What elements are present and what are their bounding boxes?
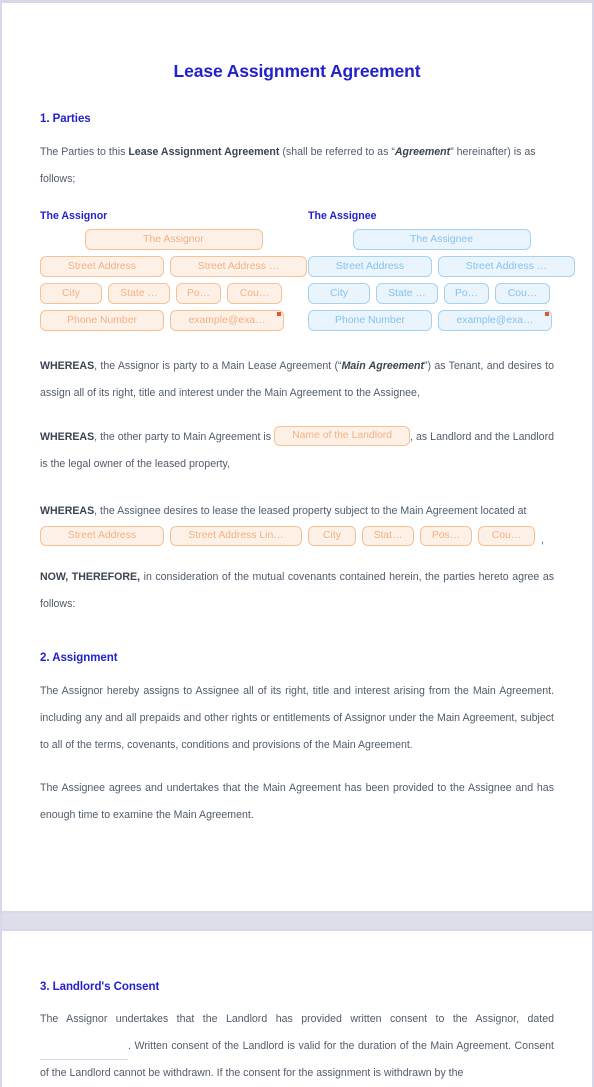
whereas-3-lead: WHEREAS xyxy=(40,505,95,517)
assignee-column-label: The Assignee xyxy=(308,210,377,222)
required-marker-icon xyxy=(545,312,549,316)
intro-emphasis-term: Agreement xyxy=(394,146,451,158)
property-state-field[interactable]: Stat… xyxy=(362,526,414,546)
assignor-email-placeholder: example@exa… xyxy=(188,315,266,326)
now-therefore-lead: NOW, THEREFORE, xyxy=(40,571,141,583)
whereas-paragraph-2: WHEREAS, the other party to Main Agreeme… xyxy=(40,407,554,478)
parties-columns: The Assignor The Assignor Street Address… xyxy=(40,193,575,337)
assignee-street-address-2-field[interactable]: Street Address … xyxy=(438,256,575,277)
assignee-column: The Assignee The Assignee Street Address… xyxy=(308,210,575,337)
assignor-column-label: The Assignor xyxy=(40,210,108,222)
assignor-column: The Assignor The Assignor Street Address… xyxy=(40,210,307,337)
assignor-street-address-field[interactable]: Street Address xyxy=(40,256,164,277)
whereas-paragraph-1: WHEREAS, the Assignor is party to a Main… xyxy=(40,337,554,407)
whereas-2-text-a: , the other party to Main Agreement is xyxy=(94,431,275,443)
assignor-locality-row: City State … Po… Cou… xyxy=(40,283,307,304)
assignment-paragraph-1: The Assignor hereby assigns to Assignee … xyxy=(40,685,554,751)
assignor-postal-code-field[interactable]: Po… xyxy=(176,283,221,304)
property-address-trailing-comma: , xyxy=(541,534,544,546)
whereas-1-emphasis-term: Main Agreement xyxy=(341,360,424,372)
assignor-contact-row: Phone Number example@exa… xyxy=(40,310,307,331)
assignee-phone-field[interactable]: Phone Number xyxy=(308,310,432,331)
intro-text-mid: (shall be referred to as “ xyxy=(279,146,395,158)
page-one-content: Lease Assignment Agreement 1. Parties Th… xyxy=(2,3,592,829)
intro-text-pre: The Parties to this xyxy=(40,146,129,158)
now-therefore-paragraph: NOW, THEREFORE, in consideration of the … xyxy=(40,546,554,618)
required-marker-icon xyxy=(277,312,281,316)
whereas-1-text-a: , the Assignor is party to a Main Lease … xyxy=(94,360,342,372)
landlord-name-field[interactable]: Name of the Landlord xyxy=(274,426,411,447)
assignor-street-address-2-field[interactable]: Street Address … xyxy=(170,256,307,277)
property-postal-code-field[interactable]: Pos… xyxy=(420,526,472,546)
whereas-1-lead: WHEREAS xyxy=(40,360,95,372)
whereas-3-text: WHEREAS, the Assignee desires to lease t… xyxy=(40,498,554,525)
document-title: Lease Assignment Agreement xyxy=(173,61,421,81)
property-street-address-2-field[interactable]: Street Address Lin… xyxy=(170,526,302,546)
property-country-field[interactable]: Cou… xyxy=(478,526,535,546)
assignor-state-field[interactable]: State … xyxy=(108,283,170,304)
whereas-3-text-a: , the Assignee desires to lease the leas… xyxy=(94,505,527,517)
assignor-name-row: The Assignor xyxy=(40,229,307,250)
assignee-locality-row: City State … Po… Cou… xyxy=(308,283,575,304)
assignment-paragraph-2: The Assignee agrees and undertakes that … xyxy=(40,782,554,821)
assignee-name-row: The Assignee xyxy=(308,229,575,250)
assignee-email-field[interactable]: example@exa… xyxy=(438,310,552,331)
page-break-separator xyxy=(2,911,592,931)
assignee-postal-code-field[interactable]: Po… xyxy=(444,283,489,304)
consent-date-blank-field[interactable] xyxy=(40,1048,128,1060)
assignee-contact-row: Phone Number example@exa… xyxy=(308,310,575,331)
section-heading-parties: 1. Parties xyxy=(40,113,91,125)
assignor-city-field[interactable]: City xyxy=(40,283,102,304)
intro-bold-term: Lease Assignment Agreement xyxy=(128,146,280,158)
assignee-street-address-field[interactable]: Street Address xyxy=(308,256,432,277)
assignor-email-field[interactable]: example@exa… xyxy=(170,310,284,331)
assignee-email-placeholder: example@exa… xyxy=(456,315,534,326)
assignor-address-row: Street Address Street Address … xyxy=(40,256,307,277)
landlords-consent-text-a: The Assignor undertakes that the Landlor… xyxy=(40,1013,554,1025)
parties-intro-paragraph: The Parties to this Lease Assignment Agr… xyxy=(40,125,554,193)
assignor-country-field[interactable]: Cou… xyxy=(227,283,282,304)
assignee-state-field[interactable]: State … xyxy=(376,283,438,304)
whereas-2-lead: WHEREAS xyxy=(40,431,95,443)
page-two-content: 3. Landlord's Consent The Assignor under… xyxy=(2,931,592,1087)
whereas-paragraph-3: WHEREAS, the Assignee desires to lease t… xyxy=(40,478,554,546)
document-page: Lease Assignment Agreement 1. Parties Th… xyxy=(0,0,594,1087)
assignee-city-field[interactable]: City xyxy=(308,283,370,304)
property-street-address-field[interactable]: Street Address xyxy=(40,526,164,546)
property-city-field[interactable]: City xyxy=(308,526,356,546)
assignee-country-field[interactable]: Cou… xyxy=(495,283,550,304)
property-address-field-row: Street Address Street Address Lin… City … xyxy=(40,526,554,546)
assignor-name-field[interactable]: The Assignor xyxy=(84,229,263,250)
landlords-consent-text-b: . Written consent of the Landlord is val… xyxy=(40,1040,554,1079)
landlords-consent-paragraph: The Assignor undertakes that the Landlor… xyxy=(40,993,554,1087)
section-heading-landlords-consent: 3. Landlord's Consent xyxy=(40,981,160,993)
assignee-address-row: Street Address Street Address … xyxy=(308,256,575,277)
assignor-phone-field[interactable]: Phone Number xyxy=(40,310,164,331)
section-heading-assignment: 2. Assignment xyxy=(40,652,118,664)
assignee-name-field[interactable]: The Assignee xyxy=(352,229,531,250)
